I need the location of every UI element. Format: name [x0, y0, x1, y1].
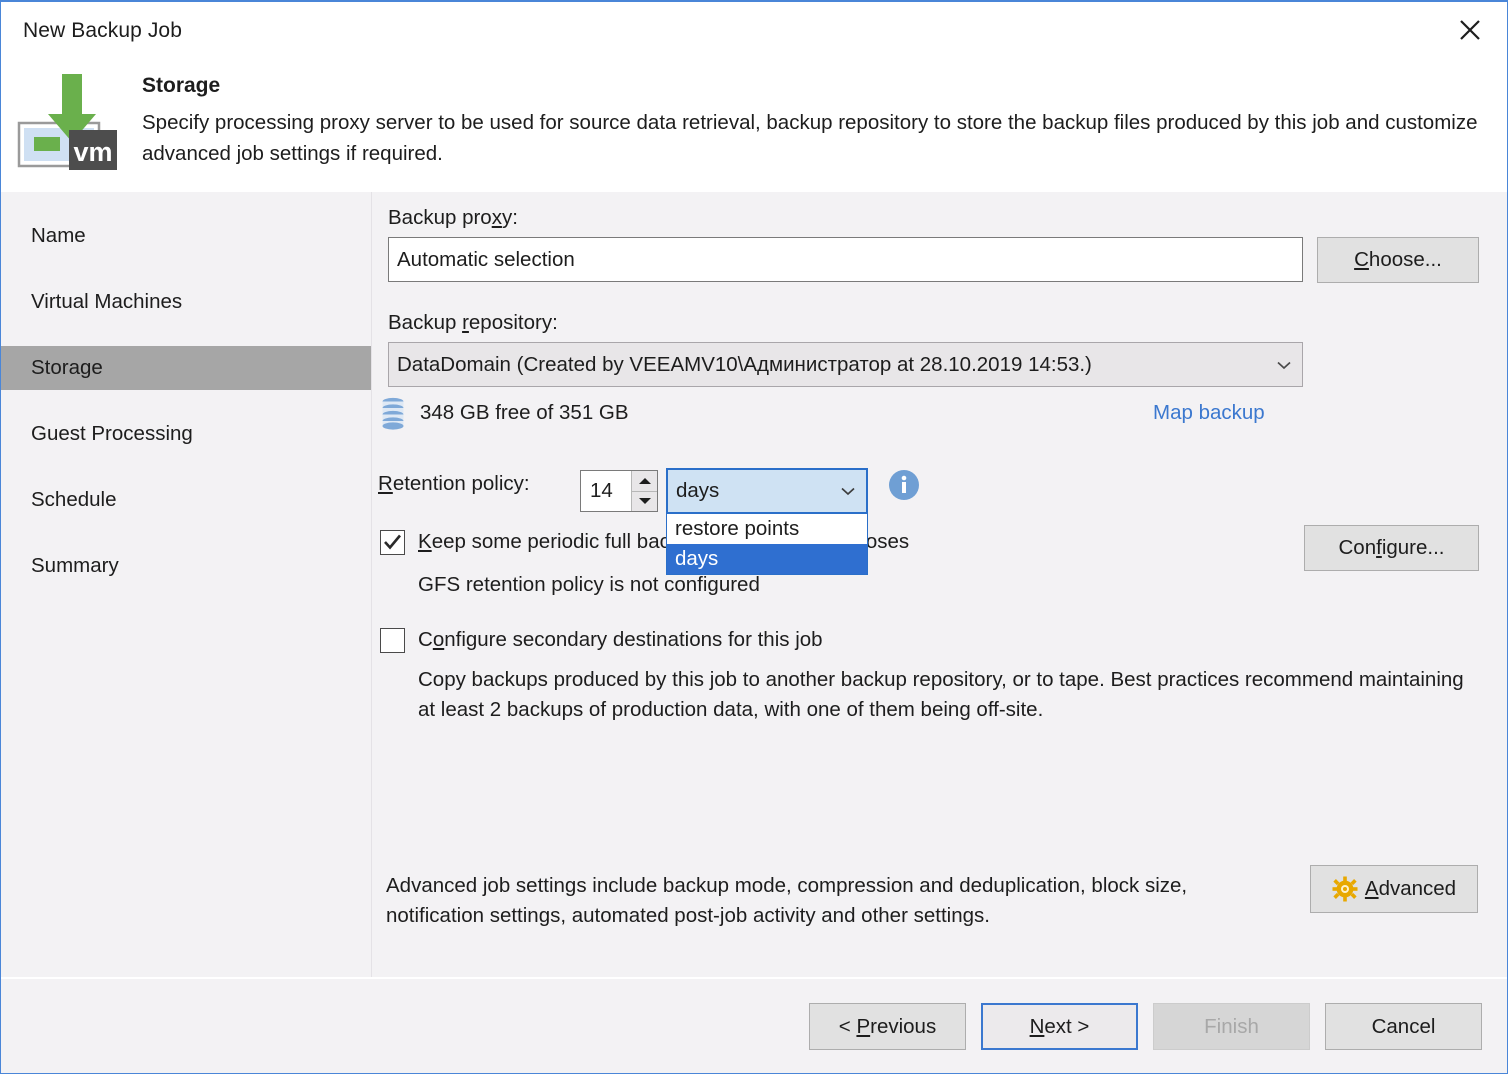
configure-gfs-button[interactable]: Configure...	[1304, 525, 1479, 571]
choose-button-label: Choose...	[1354, 248, 1442, 271]
close-icon[interactable]	[1439, 6, 1501, 54]
advanced-button[interactable]: Advanced	[1310, 865, 1478, 913]
next-button[interactable]: Next >	[981, 1003, 1138, 1050]
backup-proxy-input[interactable]: Automatic selection	[388, 237, 1303, 282]
secondary-destinations-checkbox[interactable]	[380, 628, 405, 653]
repository-free-space: 348 GB free of 351 GB	[420, 401, 629, 424]
configure-button-label: Configure...	[1338, 536, 1445, 559]
info-icon[interactable]	[888, 469, 920, 501]
stepper-buttons	[631, 471, 657, 511]
storage-vm-icon: vm	[17, 68, 121, 172]
wizard-steps-sidebar: Name Virtual Machines Storage Guest Proc…	[1, 192, 372, 977]
secondary-destinations-description: Copy backups produced by this job to ano…	[418, 668, 1464, 721]
backup-repository-select[interactable]: DataDomain (Created by VEEAMV10\Админист…	[388, 342, 1303, 387]
title-bar: New Backup Job	[1, 2, 1507, 60]
backup-repository-label: Backup repository:	[388, 311, 558, 334]
sidebar-item-storage[interactable]: Storage	[1, 346, 371, 390]
dropdown-option-days[interactable]: days	[667, 544, 867, 574]
retention-unit-select[interactable]: days	[666, 468, 868, 514]
sidebar-item-schedule[interactable]: Schedule	[1, 478, 371, 522]
sidebar-item-name[interactable]: Name	[1, 214, 371, 258]
cancel-button-label: Cancel	[1371, 1014, 1436, 1038]
dialog-header: vm Storage Specify processing proxy serv…	[1, 60, 1507, 192]
backup-proxy-label: Backup proxy:	[388, 206, 518, 229]
retention-unit-dropdown-list[interactable]: restore points days	[666, 514, 868, 575]
dropdown-option-restore-points[interactable]: restore points	[667, 514, 867, 544]
retention-value-stepper[interactable]: 14	[580, 470, 658, 512]
spinner-down-icon[interactable]	[632, 491, 657, 511]
sidebar-item-virtual-machines[interactable]: Virtual Machines	[1, 280, 371, 324]
advanced-button-label: Advanced	[1364, 877, 1457, 900]
finish-button-label: Finish	[1204, 1014, 1259, 1038]
gfs-checkbox[interactable]	[380, 530, 405, 555]
retention-value: 14	[590, 479, 613, 502]
previous-button-label: < Previous	[838, 1014, 937, 1038]
sidebar-item-summary[interactable]: Summary	[1, 544, 371, 588]
database-icon	[380, 397, 406, 430]
page-title: Storage	[142, 74, 221, 97]
dialog-window: New Backup Job vm Storage Specify proces…	[0, 0, 1508, 1074]
checkmark-icon	[384, 534, 401, 550]
map-backup-link[interactable]: Map backup	[1153, 401, 1265, 425]
secondary-destinations-label[interactable]: Configure secondary destinations for thi…	[418, 628, 823, 652]
sidebar-item-guest-processing[interactable]: Guest Processing	[1, 412, 371, 456]
gfs-status-text: GFS retention policy is not configured	[418, 573, 760, 596]
backup-proxy-value: Automatic selection	[397, 247, 575, 271]
finish-button: Finish	[1153, 1003, 1310, 1050]
dialog-body: Name Virtual Machines Storage Guest Proc…	[1, 192, 1507, 977]
window-title: New Backup Job	[23, 19, 182, 42]
storage-settings-panel: Backup proxy: Automatic selection Choose…	[372, 192, 1507, 977]
backup-repository-value: DataDomain (Created by VEEAMV10\Админист…	[397, 352, 1092, 376]
dialog-footer: < Previous Next > Finish Cancel	[1, 978, 1507, 1073]
chevron-down-icon	[841, 487, 855, 496]
page-description: Specify processing proxy server to be us…	[142, 111, 1478, 165]
cancel-button[interactable]: Cancel	[1325, 1003, 1482, 1050]
retention-policy-label: Retention policy:	[378, 472, 530, 495]
retention-unit-value: days	[676, 479, 720, 502]
svg-text:vm: vm	[73, 137, 112, 167]
previous-button[interactable]: < Previous	[809, 1003, 966, 1050]
advanced-description: Advanced job settings include backup mod…	[386, 874, 1188, 927]
gear-icon	[1332, 876, 1358, 902]
choose-button[interactable]: Choose...	[1317, 237, 1479, 283]
chevron-down-icon	[1277, 361, 1291, 369]
spinner-up-icon[interactable]	[632, 471, 657, 492]
next-button-label: Next >	[1029, 1014, 1090, 1038]
